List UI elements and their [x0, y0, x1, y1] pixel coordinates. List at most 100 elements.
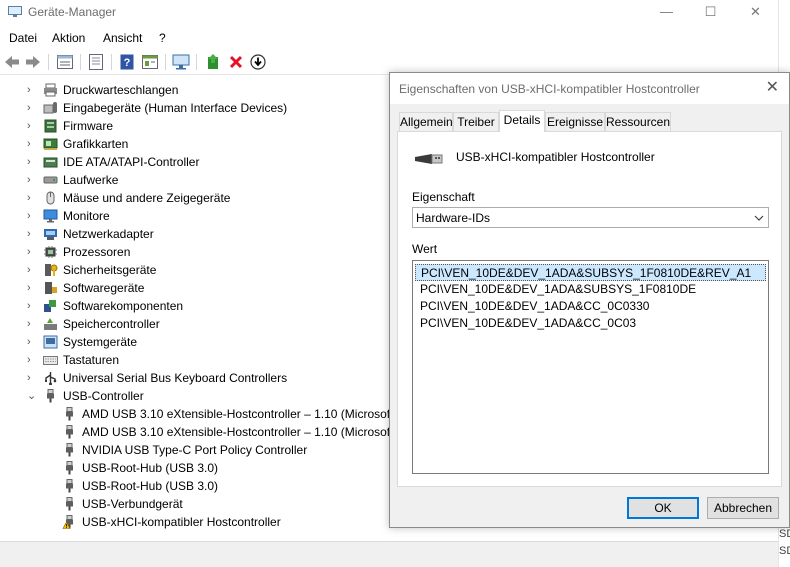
dialog-close-button[interactable]: ✕ — [766, 77, 779, 97]
help-icon[interactable]: ? — [118, 53, 136, 71]
svg-text:?: ? — [124, 57, 131, 69]
minimize-button[interactable]: — — [644, 0, 689, 24]
software-component-icon — [43, 299, 58, 313]
menu-datei[interactable]: Datei — [9, 31, 37, 45]
tree-item-label: Systemgeräte — [63, 335, 138, 349]
tab-treiber[interactable]: Treiber — [453, 112, 499, 131]
tree-item-label: Netzwerkadapter — [63, 227, 154, 241]
tree-item-label: AMD USB 3.10 eXtensible-Hostcontroller –… — [82, 407, 398, 421]
disk-drive-icon — [43, 173, 58, 187]
device-name: USB-xHCI-kompatibler Hostcontroller — [456, 150, 655, 164]
chevron-right-icon[interactable]: › — [27, 261, 37, 279]
system-device-icon — [43, 335, 58, 349]
security-device-icon — [43, 263, 58, 277]
tree-item-label: Tastaturen — [63, 353, 120, 367]
printer-icon — [43, 83, 58, 97]
details-panel: USB-xHCI-kompatibler Hostcontroller Eige… — [397, 131, 782, 487]
chevron-right-icon[interactable]: › — [27, 351, 37, 369]
firmware-icon — [43, 119, 58, 133]
action-view-icon[interactable] — [141, 53, 159, 71]
chevron-right-icon[interactable]: › — [27, 81, 37, 99]
chevron-down-icon[interactable]: ⌄ — [27, 387, 37, 405]
value-list-item[interactable]: PCI\VEN_10DE&DEV_1ADA&SUBSYS_1F0810DE — [415, 281, 766, 298]
tree-item-label: USB-Root-Hub (USB 3.0) — [82, 461, 219, 475]
tree-item-label: NVIDIA USB Type-C Port Policy Controller — [82, 443, 308, 457]
properties-dialog: Eigenschaften von USB-xHCI-kompatibler H… — [389, 72, 790, 528]
usb-keyboard-controller-icon — [43, 371, 58, 386]
cancel-button[interactable]: Abbrechen — [707, 497, 779, 519]
tab-ereignisse[interactable]: Ereignisse — [545, 112, 605, 131]
hid-icon — [43, 101, 58, 115]
enable-device-icon[interactable] — [249, 53, 267, 71]
chevron-right-icon[interactable]: › — [27, 207, 37, 225]
update-driver-icon[interactable] — [204, 53, 222, 71]
chevron-right-icon[interactable]: › — [27, 243, 37, 261]
processor-icon — [43, 245, 58, 259]
tree-item-label: Eingabegeräte (Human Interface Devices) — [63, 101, 288, 115]
chevron-right-icon[interactable]: › — [27, 297, 37, 315]
tree-item-label: Speichercontroller — [63, 317, 160, 331]
software-device-icon — [43, 281, 58, 295]
property-label: Eigenschaft — [412, 190, 475, 204]
value-list-item[interactable]: PCI\VEN_10DE&DEV_1ADA&CC_0C0330 — [415, 298, 766, 315]
menu-aktion[interactable]: Aktion — [52, 31, 85, 45]
back-icon[interactable] — [3, 53, 21, 71]
scan-hardware-icon[interactable] — [172, 53, 190, 71]
chevron-right-icon[interactable]: › — [27, 315, 37, 333]
tree-item-label: Druckwarteschlangen — [63, 83, 179, 97]
menu-help[interactable]: ? — [159, 31, 166, 45]
network-adapter-icon — [43, 227, 58, 241]
menu-ansicht[interactable]: Ansicht — [103, 31, 142, 45]
mouse-icon — [43, 191, 58, 205]
tree-item-label: Softwarekomponenten — [63, 299, 184, 313]
tree-item-label: AMD USB 3.10 eXtensible-Hostcontroller –… — [82, 425, 398, 439]
ok-button[interactable]: OK — [627, 497, 699, 519]
chevron-right-icon[interactable]: › — [27, 117, 37, 135]
chevron-right-icon[interactable]: › — [27, 171, 37, 189]
tab-allgemein[interactable]: Allgemein — [399, 112, 453, 131]
chevron-right-icon[interactable]: › — [27, 279, 37, 297]
uninstall-device-icon[interactable] — [227, 53, 245, 71]
value-list-item[interactable]: PCI\VEN_10DE&DEV_1ADA&SUBSYS_1F0810DE&RE… — [415, 264, 766, 281]
device-manager-app-icon — [8, 6, 22, 17]
chevron-right-icon[interactable]: › — [27, 189, 37, 207]
keyboard-icon — [43, 353, 58, 367]
maximize-button[interactable]: ☐ — [688, 0, 733, 24]
usb-plug-icon — [62, 461, 77, 475]
edge-text: SDI — [779, 545, 790, 557]
chevron-right-icon[interactable]: › — [27, 369, 37, 387]
usb-warning-icon — [62, 515, 77, 529]
value-listbox[interactable]: PCI\VEN_10DE&DEV_1ADA&SUBSYS_1F0810DE&RE… — [412, 260, 769, 474]
properties-view-icon[interactable] — [56, 53, 74, 71]
list-view-icon[interactable] — [87, 53, 105, 71]
tree-item-label: USB-xHCI-kompatibler Hostcontroller — [82, 515, 281, 529]
usb-device-icon — [415, 154, 443, 164]
tree-item-label: Grafikkarten — [63, 137, 129, 151]
title-bar: Geräte-Manager — ☐ ✕ — [0, 0, 778, 26]
tree-item-label: USB-Verbundgerät — [82, 497, 183, 511]
edge-text: SDI — [779, 528, 790, 540]
property-dropdown-value: Hardware-IDs — [416, 211, 491, 225]
chevron-right-icon[interactable]: › — [27, 225, 37, 243]
monitor-icon — [43, 209, 58, 223]
chevron-right-icon[interactable]: › — [27, 333, 37, 351]
tab-ressourcen[interactable]: Ressourcen — [605, 112, 671, 131]
chevron-right-icon[interactable]: › — [27, 135, 37, 153]
tree-item-label: Laufwerke — [63, 173, 119, 187]
tab-details[interactable]: Details — [499, 110, 545, 132]
tree-item-label: USB-Controller — [63, 389, 144, 403]
usb-plug-icon — [62, 479, 77, 493]
close-button[interactable]: ✕ — [733, 0, 778, 24]
display-adapter-icon — [43, 137, 58, 151]
window-title: Geräte-Manager — [28, 5, 117, 19]
chevron-right-icon[interactable]: › — [27, 99, 37, 117]
ide-controller-icon — [43, 155, 58, 169]
menu-bar: Datei Aktion Ansicht ? — [0, 28, 778, 48]
value-list-item[interactable]: PCI\VEN_10DE&DEV_1ADA&CC_0C03 — [415, 315, 766, 332]
chevron-right-icon[interactable]: › — [27, 153, 37, 171]
property-dropdown[interactable]: Hardware-IDs — [412, 207, 769, 228]
tree-item-label: Monitore — [63, 209, 110, 223]
forward-icon[interactable] — [24, 53, 42, 71]
tree-item-label: Softwaregeräte — [63, 281, 145, 295]
tree-item-label: USB-Root-Hub (USB 3.0) — [82, 479, 219, 493]
